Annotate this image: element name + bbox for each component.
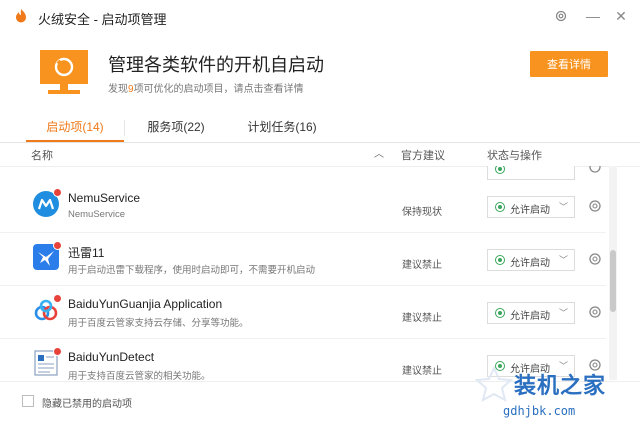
close-icon[interactable]: ✕ xyxy=(612,7,630,25)
gear-icon[interactable] xyxy=(588,252,602,266)
tab-bar: 启动项(14) 服务项(22) 计划任务(16) xyxy=(0,112,640,143)
column-advice: 官方建议 xyxy=(401,150,445,162)
status-label: 允许启动 xyxy=(510,258,550,269)
hide-disabled-checkbox[interactable] xyxy=(22,395,34,407)
tab-divider xyxy=(124,120,125,136)
chevron-down-icon: ﹀ xyxy=(558,255,568,265)
star-icon xyxy=(474,366,514,402)
unread-dot xyxy=(53,294,62,303)
page-subtitle: 发现9项可优化的启动项目，请点击查看详情 xyxy=(108,80,304,95)
item-advice: 保持现状 xyxy=(402,207,442,218)
monitor-icon xyxy=(40,50,88,94)
item-description: NemuService xyxy=(68,209,126,220)
gear-icon[interactable] xyxy=(588,199,602,213)
settings-icon[interactable] xyxy=(552,7,570,25)
gear-icon[interactable] xyxy=(588,305,602,319)
allowed-icon xyxy=(495,308,505,318)
subtitle-prefix: 发现 xyxy=(108,84,128,95)
item-advice: 建议禁止 xyxy=(402,313,442,324)
allowed-icon xyxy=(495,166,505,174)
huorong-logo-icon xyxy=(16,9,26,23)
tab-scheduled-tasks[interactable]: 计划任务(16) xyxy=(232,112,332,142)
status-dropdown[interactable] xyxy=(487,166,575,180)
column-header: 名称 ︿ 官方建议 状态与操作 xyxy=(0,142,640,167)
item-name: 迅雷11 xyxy=(68,246,105,260)
item-name: BaiduYunGuanjia Application xyxy=(68,297,223,311)
window-title: 火绒安全 - 启动项管理 xyxy=(38,12,167,27)
subtitle-suffix: 项可优化的启动项目，请点击查看详情 xyxy=(133,84,304,95)
unread-dot xyxy=(53,188,62,197)
page-title: 管理各类软件的开机自启动 xyxy=(108,55,324,75)
item-description: 用于支持百度云管家的相关功能。 xyxy=(68,371,211,380)
status-dropdown[interactable]: 允许启动 ﹀ xyxy=(487,302,575,324)
scrollbar-thumb[interactable] xyxy=(610,250,616,312)
status-label: 允许启动 xyxy=(510,205,550,216)
item-name: NemuService xyxy=(68,191,141,205)
watermark-url: gdhjbk.com xyxy=(503,404,576,418)
minimize-icon[interactable]: — xyxy=(584,7,602,25)
chevron-down-icon: ﹀ xyxy=(558,202,568,212)
tab-startup[interactable]: 启动项(14) xyxy=(26,112,124,142)
allowed-icon xyxy=(495,255,505,265)
item-name: BaiduYunDetect xyxy=(68,350,155,364)
list-item[interactable]: BaiduYunGuanjia Application 用于百度云管家支持云存储… xyxy=(0,286,606,339)
item-description: 用于启动迅雷下载程序，使用时启动即可，不需要开机启动 xyxy=(68,265,316,276)
watermark: 装机之家 gdhjbk.com xyxy=(470,364,640,421)
allowed-icon xyxy=(495,202,505,212)
column-status: 状态与操作 xyxy=(487,150,542,162)
gear-icon[interactable] xyxy=(588,166,602,174)
list-item-partial xyxy=(0,166,606,180)
status-label: 允许启动 xyxy=(510,311,550,322)
item-description: 用于百度云管家支持云存储、分享等功能。 xyxy=(68,318,249,329)
list-item[interactable]: NemuService NemuService 保持现状 允许启动 ﹀ xyxy=(0,180,606,233)
item-advice: 建议禁止 xyxy=(402,366,442,377)
startup-list: NemuService NemuService 保持现状 允许启动 ﹀ 迅雷11… xyxy=(0,166,606,380)
status-dropdown[interactable]: 允许启动 ﹀ xyxy=(487,196,575,218)
status-dropdown[interactable]: 允许启动 ﹀ xyxy=(487,249,575,271)
watermark-text: 装机之家 xyxy=(514,373,607,399)
hide-disabled-label[interactable]: 隐藏已禁用的启动项 xyxy=(42,395,132,410)
chevron-down-icon: ﹀ xyxy=(558,308,568,318)
view-details-button[interactable]: 查看详情 xyxy=(530,51,608,77)
list-item[interactable]: 迅雷11 用于启动迅雷下载程序，使用时启动即可，不需要开机启动 建议禁止 允许启… xyxy=(0,233,606,286)
sort-chevron-up-icon[interactable]: ︿ xyxy=(374,145,384,160)
column-name[interactable]: 名称 xyxy=(31,147,53,163)
header-banner: 管理各类软件的开机自启动 发现9项可优化的启动项目，请点击查看详情 查看详情 xyxy=(0,32,640,112)
unread-dot xyxy=(53,347,62,356)
item-advice: 建议禁止 xyxy=(402,260,442,271)
title-bar: 火绒安全 - 启动项管理 — ✕ xyxy=(0,0,640,32)
unread-dot xyxy=(53,241,62,250)
tab-services[interactable]: 服务项(22) xyxy=(130,112,222,142)
